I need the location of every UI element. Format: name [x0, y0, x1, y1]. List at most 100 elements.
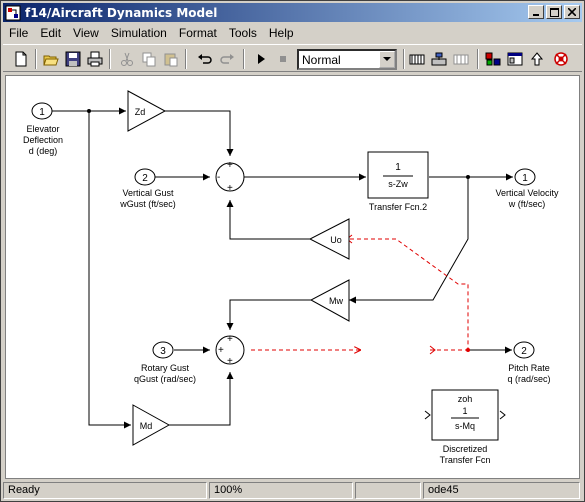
svg-text:-: - [217, 172, 220, 183]
status-zoom: 100% [209, 482, 353, 499]
simulink-app-icon [5, 5, 21, 20]
window-title: f14/Aircraft Dynamics Model [25, 5, 218, 20]
stop-simulation-button[interactable] [273, 49, 293, 69]
svg-text:Mw: Mw [329, 296, 343, 306]
menu-bar: File Edit View Simulation Format Tools H… [3, 23, 582, 42]
diagram-canvas[interactable]: 1 2 3 1 2 Zd Uo Mw Md + - + + + + 1 s-Zw… [5, 75, 580, 479]
print-icon [87, 51, 103, 67]
update-icon [431, 52, 447, 66]
status-state: Ready [3, 482, 207, 499]
inport-2[interactable]: 2 [134, 168, 156, 186]
branch-point [466, 175, 470, 179]
minimize-button[interactable] [528, 5, 544, 19]
svg-text:1: 1 [39, 107, 45, 118]
svg-text:s-Zw: s-Zw [388, 179, 408, 189]
copy-icon [142, 52, 156, 67]
redo-icon [220, 54, 234, 64]
title-bar[interactable]: f14/Aircraft Dynamics Model [3, 3, 582, 22]
svg-text:+: + [227, 356, 233, 367]
signal-lines [49, 107, 513, 429]
go-to-parent-button[interactable] [527, 49, 547, 69]
cut-icon [121, 52, 133, 66]
toolbar: Normal [3, 44, 582, 72]
status-solver: ode45 [423, 482, 580, 499]
simulation-mode-select[interactable]: Normal [297, 49, 397, 70]
svg-text:3: 3 [160, 346, 166, 357]
simulink-window: f14/Aircraft Dynamics Model File Edit Vi… [0, 0, 585, 502]
chevron-down-icon [383, 57, 391, 61]
sum-block-2[interactable]: + + + [215, 334, 245, 367]
save-button[interactable] [63, 49, 83, 69]
gain-uo-block[interactable]: Uo [308, 218, 350, 260]
menu-simulation[interactable]: Simulation [105, 26, 173, 40]
minimize-icon [533, 14, 539, 16]
build-button[interactable] [407, 49, 427, 69]
menu-tools[interactable]: Tools [223, 26, 263, 40]
branch-point [466, 348, 470, 352]
transfer-fcn-2-block[interactable]: 1 s-Zw [367, 151, 429, 199]
status-bar: Ready 100% ode45 [3, 481, 582, 500]
svg-text:2: 2 [142, 173, 148, 184]
update-diagram-button[interactable] [429, 49, 449, 69]
stop-icon [280, 56, 286, 62]
redo-button[interactable] [217, 49, 237, 69]
menu-format[interactable]: Format [173, 26, 223, 40]
svg-text:Uo: Uo [330, 235, 342, 245]
print-button[interactable] [85, 49, 105, 69]
library-browser-button[interactable] [483, 49, 503, 69]
maximize-icon [549, 7, 559, 17]
menu-file[interactable]: File [3, 26, 34, 40]
dropdown-arrow-button[interactable] [379, 51, 395, 68]
outport-2[interactable]: 2 [513, 341, 535, 359]
svg-text:+: + [227, 160, 233, 171]
cut-button[interactable] [117, 49, 137, 69]
vertical-gust-label: Vertical Gust wGust (ft/sec) [120, 188, 176, 209]
maximize-button[interactable] [546, 5, 562, 19]
blocks-button[interactable] [451, 49, 471, 69]
svg-text:+: + [227, 334, 233, 345]
copy-button[interactable] [139, 49, 159, 69]
menu-help[interactable]: Help [263, 26, 300, 40]
new-icon [15, 51, 27, 67]
up-icon [530, 52, 544, 66]
branch-point [87, 109, 91, 113]
svg-text:s-Mq: s-Mq [455, 421, 475, 431]
discretized-transfer-fcn-block[interactable]: zoh 1 s-Mq [424, 389, 506, 441]
elevator-deflection-label: Elevator Deflection d (deg) [22, 124, 64, 156]
open-button[interactable] [41, 49, 61, 69]
outport-1[interactable]: 1 [514, 168, 536, 186]
inport-1[interactable]: 1 [31, 102, 53, 120]
new-button[interactable] [11, 49, 31, 69]
paste-icon [164, 53, 178, 67]
svg-text:+: + [227, 183, 233, 194]
gain-md-block[interactable]: Md [132, 404, 171, 446]
menu-view[interactable]: View [67, 26, 105, 40]
svg-text:1: 1 [522, 173, 528, 184]
debug-icon [554, 52, 568, 66]
svg-text:2: 2 [521, 346, 527, 357]
gain-zd-block[interactable]: Zd [127, 90, 167, 132]
discretized-transfer-fcn-label: Discretized Transfer Fcn [439, 444, 491, 465]
rotary-gust-label: Rotary Gust qGust (rad/sec) [133, 363, 197, 384]
debug-button[interactable] [551, 49, 571, 69]
start-simulation-button[interactable] [251, 49, 271, 69]
unconnected-lines [251, 238, 469, 350]
svg-text:Md: Md [140, 421, 153, 431]
close-icon [568, 8, 576, 16]
svg-text:1: 1 [395, 162, 401, 173]
close-button[interactable] [564, 5, 580, 19]
paste-button[interactable] [161, 49, 181, 69]
inport-3[interactable]: 3 [152, 341, 174, 359]
menu-edit[interactable]: Edit [34, 26, 67, 40]
vertical-velocity-label: Vertical Velocity w (ft/sec) [495, 188, 559, 209]
model-explorer-button[interactable] [505, 49, 525, 69]
sum-block-1[interactable]: + - + [215, 160, 245, 194]
undo-button[interactable] [195, 49, 215, 69]
library-icon [485, 52, 501, 66]
gain-mw-block[interactable]: Mw [309, 279, 350, 322]
svg-text:zoh: zoh [458, 394, 473, 404]
transfer-fcn-2-label: Transfer Fcn.2 [368, 202, 428, 212]
explorer-icon [507, 52, 523, 66]
svg-text:Zd: Zd [135, 107, 146, 117]
block-diagram: 1 2 3 1 2 Zd Uo Mw Md + - + + + + 1 s-Zw… [31, 90, 536, 446]
